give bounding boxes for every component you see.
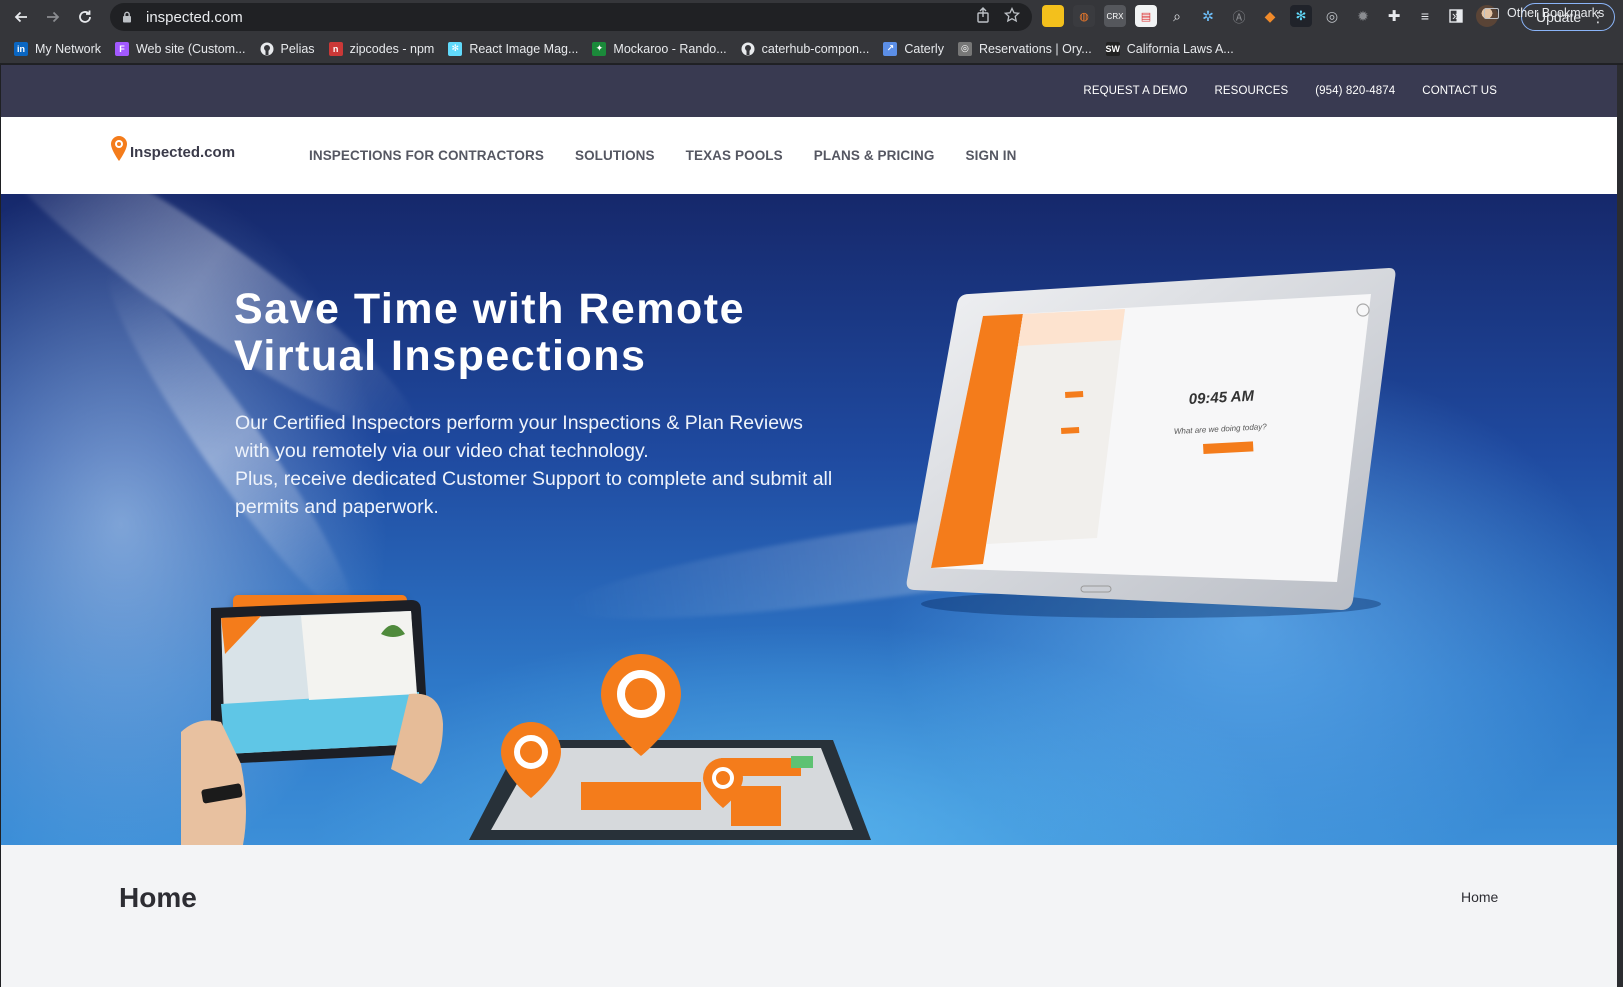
reading-list-icon[interactable]: ≡ <box>1414 5 1436 27</box>
extension-search-icon[interactable]: ⌕ <box>1166 5 1188 27</box>
extension-sparkle-icon[interactable]: ✲ <box>1197 5 1219 27</box>
phone-map-illustration <box>469 654 871 840</box>
nav-link[interactable]: SOLUTIONS <box>575 148 655 163</box>
bookmark-item[interactable]: Pelias <box>260 42 315 56</box>
mockaroo-icon: ✦ <box>592 41 607 56</box>
react-icon: ✻ <box>448 41 463 56</box>
lock-icon <box>122 10 134 24</box>
github-icon <box>260 42 274 56</box>
tablet-illustration: 09:45 AM What are we doing today? <box>906 268 1396 618</box>
github-icon <box>741 42 755 56</box>
bookmark-item[interactable]: ◎ Reservations | Ory... <box>957 41 1092 56</box>
extension-gear-icon[interactable]: ✹ <box>1352 5 1374 27</box>
extension-calendar-icon[interactable]: ▤ <box>1135 5 1157 27</box>
page-header-section: Home Home <box>1 845 1617 987</box>
bookmark-item[interactable]: ✦ Mockaroo - Rando... <box>592 41 727 56</box>
other-bookmarks-label: Other Bookmarks <box>1507 6 1605 20</box>
browser-toolbar: inspected.com ◍ CRX ▤ ⌕ ✲ Ⓐ ◆ ✻ ◎ ✹ ✚ ≡ … <box>0 0 1623 34</box>
ory-icon: ◎ <box>957 41 972 56</box>
nav-link[interactable]: SIGN IN <box>966 148 1017 163</box>
bookmark-label: Mockaroo - Rando... <box>613 41 727 56</box>
page-title: Home <box>119 882 197 913</box>
hero-banner: Save Time with Remote Virtual Inspection… <box>1 194 1617 845</box>
url-text: inspected.com <box>146 8 243 26</box>
hero-paragraph-2: Plus, receive dedicated Customer Support… <box>235 468 833 518</box>
extension-yellow-icon[interactable] <box>1042 5 1064 27</box>
hero-description: Our Certified Inspectors perform your In… <box>235 409 835 521</box>
star-icon[interactable] <box>1003 6 1021 27</box>
bookmark-item[interactable]: ✻ React Image Mag... <box>448 41 579 56</box>
hero-paragraph-1: Our Certified Inspectors perform your In… <box>235 412 803 462</box>
extension-swirl-icon[interactable]: ◍ <box>1073 5 1095 27</box>
address-bar[interactable]: inspected.com <box>110 3 1032 31</box>
extension-a-icon[interactable]: Ⓐ <box>1228 5 1250 27</box>
nav-links: INSPECTIONS FOR CONTRACTORS SOLUTIONS TEXA… <box>309 117 1016 194</box>
bookmark-item[interactable]: in My Network <box>14 41 101 56</box>
bookmark-item[interactable]: ↗ Caterly <box>883 41 944 56</box>
bookmark-label: Web site (Custom... <box>135 41 246 56</box>
extensions-bar: ◍ CRX ▤ ⌕ ✲ Ⓐ ◆ ✻ ◎ ✹ ✚ ≡ <box>1042 5 1498 27</box>
linkedin-icon: in <box>14 41 28 56</box>
forward-icon[interactable] <box>42 6 64 28</box>
bookmark-label: React Image Mag... <box>469 41 579 56</box>
figma-icon: F <box>114 41 129 56</box>
bookmark-label: Caterly <box>904 41 944 56</box>
reload-icon[interactable] <box>74 6 96 28</box>
extension-react-icon[interactable]: ✻ <box>1290 5 1312 27</box>
bookmark-label: Reservations | Ory... <box>978 41 1092 56</box>
utility-link[interactable]: RESOURCES <box>1215 85 1289 97</box>
browser-window: inspected.com ◍ CRX ▤ ⌕ ✲ Ⓐ ◆ ✻ ◎ ✹ ✚ ≡ … <box>0 0 1623 987</box>
extension-crx-icon[interactable]: CRX <box>1104 5 1126 27</box>
bookmarks-bar: in My Network F Web site (Custom... Pelias n z… <box>0 34 1623 64</box>
sw-icon: SW <box>1105 41 1120 56</box>
utility-link[interactable]: (954) 820-4874 <box>1315 85 1395 97</box>
other-bookmarks[interactable]: Other Bookmarks <box>1484 6 1604 20</box>
bookmark-item[interactable]: caterhub-compon... <box>741 41 870 56</box>
bookmark-label: Pelias <box>280 41 315 56</box>
utility-link[interactable]: CONTACT US <box>1422 85 1497 97</box>
bookmark-label: zipcodes - npm <box>349 41 435 56</box>
utility-link[interactable]: REQUEST A DEMO <box>1083 85 1187 97</box>
extension-target-icon[interactable]: ◎ <box>1321 5 1343 27</box>
breadcrumb[interactable]: Home <box>1461 889 1498 905</box>
tablet-time: 09:45 AM <box>1188 388 1255 408</box>
web-page: REQUEST A DEMO RESOURCES (954) 820-4874 CON… <box>1 65 1617 987</box>
npm-icon: n <box>328 41 343 56</box>
nav-link[interactable]: INSPECTIONS FOR CONTRACTORS <box>309 148 544 163</box>
folder-icon <box>1484 7 1499 19</box>
bookmark-item[interactable]: F Web site (Custom... <box>114 41 246 56</box>
bookmark-label: My Network <box>35 41 101 56</box>
extensions-puzzle-icon[interactable]: ✚ <box>1383 5 1405 27</box>
map-pin-icon <box>109 135 129 163</box>
bookmarks-overflow-icon[interactable]: » <box>1452 8 1459 23</box>
bookmark-item[interactable]: n zipcodes - npm <box>328 41 435 56</box>
utility-links: REQUEST A DEMO RESOURCES (954) 820-4874 CON… <box>1083 65 1497 117</box>
back-icon[interactable] <box>10 6 32 28</box>
logo-text: Inspected.com <box>130 144 236 161</box>
caterly-icon: ↗ <box>883 41 898 56</box>
bookmark-label: California Laws A... <box>1126 41 1234 56</box>
nav-link[interactable]: TEXAS POOLS <box>686 148 783 163</box>
bookmark-label: caterhub-compon... <box>761 41 870 56</box>
window-edge <box>1617 65 1623 987</box>
share-icon[interactable] <box>976 7 990 27</box>
main-navigation: Inspected.com INSPECTIONS FOR CONTRACTOR… <box>1 117 1617 194</box>
utility-bar: REQUEST A DEMO RESOURCES (954) 820-4874 CON… <box>1 65 1617 117</box>
extension-fox-icon[interactable]: ◆ <box>1259 5 1281 27</box>
bookmark-item[interactable]: SW California Laws A... <box>1105 41 1234 56</box>
hero-title: Save Time with Remote Virtual Inspection… <box>234 285 746 380</box>
site-logo[interactable]: Inspected.com <box>109 135 235 163</box>
nav-link[interactable]: PLANS & PRICING <box>814 148 935 163</box>
handheld-tablet-illustration <box>181 600 443 845</box>
